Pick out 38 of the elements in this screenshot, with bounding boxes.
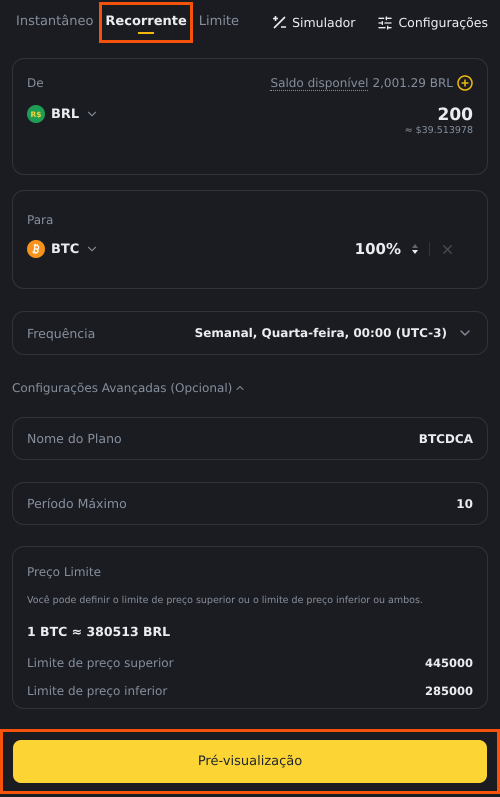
plus-minus-slash-icon bbox=[272, 15, 288, 30]
field-label: Limite de preço inferior bbox=[27, 684, 168, 698]
plan-field[interactable]: Período Máximo 10 bbox=[12, 482, 488, 525]
balance-label: Saldo disponível bbox=[270, 76, 368, 90]
from-label: De bbox=[27, 76, 44, 90]
currency-selector[interactable]: BTC bbox=[27, 240, 100, 258]
frequency-label: Frequência bbox=[27, 326, 96, 340]
frequency-selector[interactable]: Frequência Semanal, Quarta-feira, 00:00 (UTC-3) bbox=[12, 311, 488, 355]
mode-tab[interactable]: Limite bbox=[194, 4, 244, 41]
balance-value: 2,001.29 BRL bbox=[372, 76, 453, 90]
field-value: 285000 bbox=[424, 684, 473, 698]
field-label: Limite de preço superior bbox=[27, 656, 174, 670]
preview-button[interactable]: Pré-visualização bbox=[13, 740, 487, 783]
price-limit-title: Preço Limite bbox=[27, 565, 101, 579]
simulator-button[interactable]: Simulador bbox=[272, 14, 356, 30]
add-icon[interactable] bbox=[457, 75, 473, 91]
price-limit-field[interactable]: Limite de preço inferior 285000 bbox=[27, 684, 473, 698]
mode-tab[interactable]: Instantâneo bbox=[12, 4, 98, 41]
advanced-settings-toggle[interactable]: Configurações Avançadas (Opcional) bbox=[12, 381, 246, 395]
amount-input[interactable]: 200 bbox=[438, 105, 473, 125]
bitcoin-icon bbox=[27, 240, 45, 258]
field-value: BTCDCA bbox=[418, 432, 473, 446]
settings-icon bbox=[377, 14, 394, 30]
price-limit-field[interactable]: Limite de preço superior 445000 bbox=[27, 656, 473, 670]
mode-tab[interactable]: Recorrente bbox=[101, 4, 191, 41]
field-value: 445000 bbox=[424, 656, 473, 670]
sort-arrows-icon[interactable] bbox=[411, 242, 419, 256]
to-label: Para bbox=[27, 213, 54, 227]
plan-field[interactable]: Nome do Plano BTCDCA bbox=[12, 417, 488, 460]
exchange-rate: 1 BTC ≈ 380513 BRL bbox=[27, 624, 170, 639]
settings-button[interactable]: Configurações bbox=[377, 14, 488, 30]
field-label: Nome do Plano bbox=[27, 431, 122, 446]
field-label: Período Máximo bbox=[27, 496, 127, 511]
frequency-value: Semanal, Quarta-feira, 00:00 (UTC-3) bbox=[194, 326, 447, 340]
usd-value: ≈ $39.513978 bbox=[404, 125, 473, 136]
field-value: 10 bbox=[456, 496, 473, 510]
percent-input[interactable]: 100% bbox=[354, 240, 401, 258]
price-limit-hint: Você pode definir o limite de preço superior ou o limite de preço inferior ou ambos. bbox=[27, 595, 423, 606]
